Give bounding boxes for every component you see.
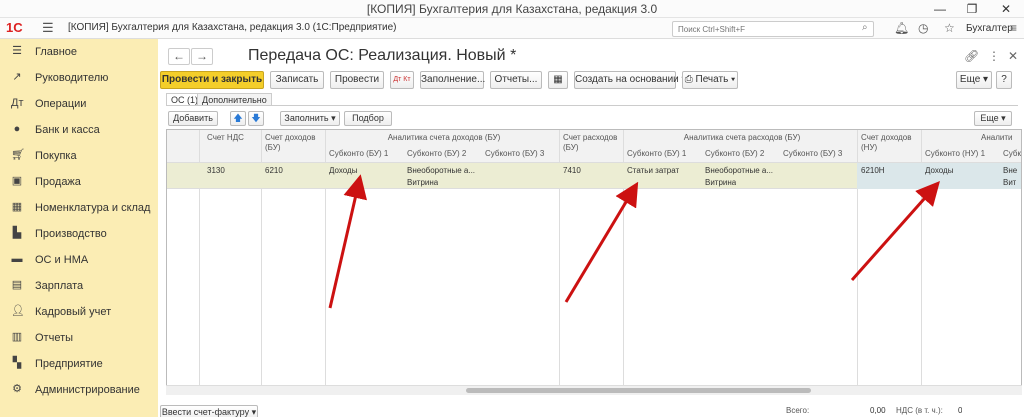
arrow-1: [328, 174, 368, 309]
arrow-3: [850, 181, 940, 281]
arrow-2: [564, 181, 639, 303]
annotation-arrows: [328, 174, 940, 309]
